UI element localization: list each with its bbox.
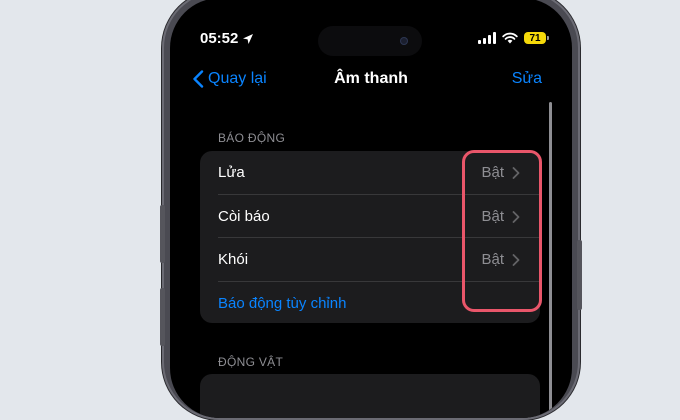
front-camera-icon bbox=[400, 37, 408, 45]
battery-level: 71 bbox=[529, 32, 541, 44]
battery-icon: 71 bbox=[524, 32, 549, 44]
dynamic-island bbox=[318, 26, 422, 56]
highlight-box bbox=[462, 150, 542, 312]
list-item-label: Còi báo bbox=[218, 208, 270, 225]
section-header-alarms: BÁO ĐỘNG bbox=[218, 131, 286, 145]
edit-button[interactable]: Sửa bbox=[512, 70, 542, 88]
status-time: 05:52 bbox=[200, 30, 254, 47]
scrollbar[interactable] bbox=[549, 102, 552, 418]
status-time-text: 05:52 bbox=[200, 30, 239, 47]
cellular-signal-icon bbox=[478, 32, 496, 44]
list-item-label: Lửa bbox=[218, 164, 245, 181]
status-indicators: 71 bbox=[478, 32, 549, 44]
animals-list bbox=[200, 374, 540, 418]
wifi-icon bbox=[502, 32, 518, 44]
custom-alarm-link[interactable]: Báo động tùy chỉnh bbox=[218, 295, 346, 312]
side-button-left bbox=[160, 205, 165, 263]
list-item-label: Khói bbox=[218, 251, 249, 268]
side-button-left-2 bbox=[160, 288, 165, 346]
section-header-animals: ĐỘNG VẬT bbox=[218, 355, 284, 369]
navigation-bar: Quay lại Âm thanh Sửa bbox=[170, 70, 572, 94]
location-arrow-icon bbox=[243, 33, 254, 44]
side-button-right bbox=[577, 240, 582, 310]
